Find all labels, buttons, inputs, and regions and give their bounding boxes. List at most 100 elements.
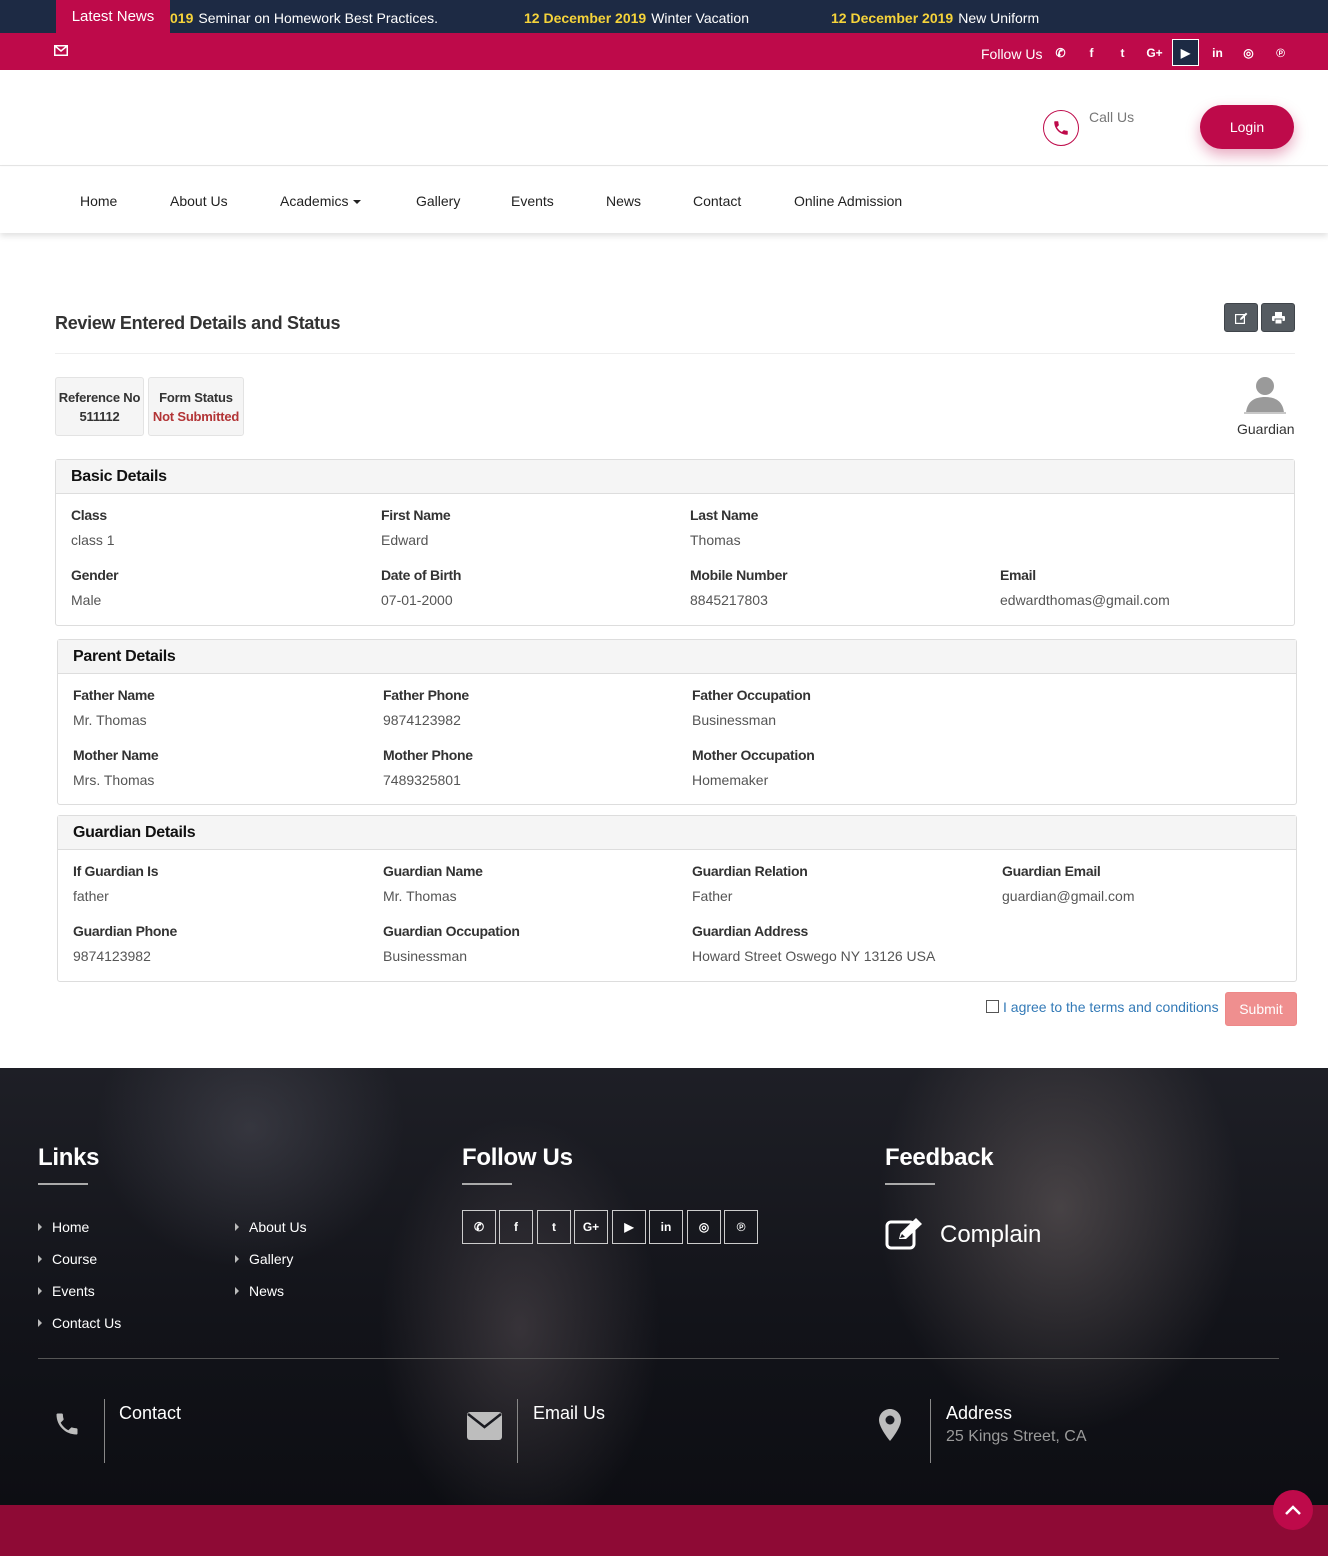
caret-right-icon [38,1287,42,1295]
follow-us-label: Follow Us [981,46,1043,62]
field-label: Father Name [73,687,155,703]
heading-underline [38,1183,88,1185]
nav-item-contact[interactable]: Contact [693,167,741,235]
pencil-square-icon[interactable] [885,1217,925,1251]
site-header: Call Us Login [0,70,1328,166]
contact-title: Contact [119,1403,182,1423]
field-label: If Guardian Is [73,863,159,879]
pinterest-icon[interactable]: ℗ [724,1210,758,1244]
nav-item-news[interactable]: News [606,167,641,235]
edit-icon [1234,312,1247,324]
if-guardian-is-field: If Guardian Is father [73,863,159,904]
parent-details-panel: Parent Details Father Name Mr. Thomas Fat… [57,639,1297,805]
link-label: Course [52,1251,98,1267]
field-value: Mr. Thomas [383,888,457,904]
field-value: Father [692,888,733,904]
latest-news-label: Latest News [56,0,170,33]
youtube-icon[interactable]: ▶ [612,1210,646,1244]
reference-label: Reference No [58,390,141,405]
footer-link-gallery[interactable]: Gallery [235,1251,293,1267]
ticker-item[interactable]: 12 December 2019 New Uniform [831,0,1039,33]
nav-item-gallery[interactable]: Gallery [416,167,460,235]
gender-field: Gender Male [71,567,119,608]
ticker-item[interactable]: 12 December 2019 Winter Vacation [524,0,749,33]
login-button[interactable]: Login [1200,105,1294,149]
edit-button[interactable] [1224,303,1258,332]
twitter-icon[interactable]: t [1109,39,1136,66]
print-button[interactable] [1261,303,1295,332]
ticker-title: Seminar on Homework Best Practices. [198,10,438,26]
guardian-address-field: Guardian Address Howard Street Oswego NY … [692,923,935,964]
ticker-date: 12 December 2019 [831,10,954,26]
google-plus-icon[interactable]: G+ [1141,39,1168,66]
guardian-name-field: Guardian Name Mr. Thomas [383,863,483,904]
instagram-icon[interactable]: ◎ [687,1210,721,1244]
reference-value: 511112 [79,409,120,424]
nav-item-events[interactable]: Events [511,167,554,235]
complain-link[interactable]: Complain [940,1221,1041,1249]
facebook-icon[interactable]: f [499,1210,533,1244]
footer-link-contact-us[interactable]: Contact Us [38,1315,121,1331]
scroll-to-top-button[interactable] [1273,1490,1313,1530]
field-label: Class [71,507,107,523]
field-value: Howard Street Oswego NY 13126 USA [692,948,936,964]
terms-agreement[interactable]: I agree to the terms and conditions [986,999,1219,1015]
chevron-up-icon [1285,1505,1301,1515]
form-status-value: Not Submitted [152,409,240,424]
ticker-date: 12 December 2019 [524,10,647,26]
field-label: Father Phone [383,687,469,703]
envelope-icon[interactable] [54,45,68,56]
nav-item-about-us[interactable]: About Us [170,167,228,235]
guardian-phone-field: Guardian Phone 9874123982 [73,923,177,964]
field-value: Mr. Thomas [73,712,147,728]
nav-item-academics[interactable]: Academics [280,167,362,235]
reference-number-box: Reference No 511112 [55,377,144,436]
instagram-icon[interactable]: ◎ [1235,39,1262,66]
footer-divider [38,1358,1279,1359]
first-name-field: First Name Edward [381,507,451,548]
facebook-icon[interactable]: f [1078,39,1105,66]
address-value: 25 Kings Street, CA [946,1428,1087,1445]
panel-heading: Guardian Details [58,816,1296,850]
linkedin-icon[interactable]: in [649,1210,683,1244]
footer-link-about-us[interactable]: About Us [235,1219,307,1235]
submit-button[interactable]: Submit [1225,992,1297,1026]
footer-link-course[interactable]: Course [38,1251,97,1267]
caret-right-icon [38,1223,42,1231]
whatsapp-icon[interactable]: ✆ [1047,39,1074,66]
field-value: Businessman [383,948,468,964]
field-value: 7489325801 [383,772,461,788]
phone-icon [1043,110,1079,146]
footer-link-events[interactable]: Events [38,1283,95,1299]
nav-item-home[interactable]: Home [80,167,117,235]
whatsapp-icon[interactable]: ✆ [462,1210,496,1244]
pinterest-icon[interactable]: ℗ [1267,39,1294,66]
field-value: 8845217803 [690,592,768,608]
field-value: edwardthomas@gmail.com [1000,592,1170,608]
google-plus-icon[interactable]: G+ [574,1210,608,1244]
field-value: Male [71,592,102,608]
divider [930,1399,931,1463]
ticker-item[interactable]: 019 Seminar on Homework Best Practices. [170,0,438,33]
field-value: Mrs. Thomas [73,772,155,788]
link-label: Gallery [249,1251,294,1267]
print-icon [1271,311,1285,324]
linkedin-icon[interactable]: in [1204,39,1231,66]
main-nav: Home About Us Academics Gallery Events N… [0,167,1328,233]
twitter-icon[interactable]: t [537,1210,571,1244]
field-label: First Name [381,507,451,523]
nav-item-online-admission[interactable]: Online Admission [794,167,902,235]
terms-label[interactable]: I agree to the terms and conditions [1003,999,1219,1015]
footer-link-news[interactable]: News [235,1283,284,1299]
footer-link-home[interactable]: Home [38,1219,89,1235]
youtube-icon[interactable]: ▶ [1172,39,1199,66]
field-label: Father Occupation [692,687,811,703]
field-label: Guardian Address [692,923,809,939]
field-value: guardian@gmail.com [1002,888,1135,904]
news-ticker: Latest News 019 Seminar on Homework Best … [0,0,1328,33]
terms-checkbox[interactable] [986,1000,999,1013]
field-value: Businessman [692,712,777,728]
guardian-occupation-field: Guardian Occupation Businessman [383,923,520,964]
field-value: Thomas [690,532,741,548]
date-of-birth-field: Date of Birth 07-01-2000 [381,567,461,608]
